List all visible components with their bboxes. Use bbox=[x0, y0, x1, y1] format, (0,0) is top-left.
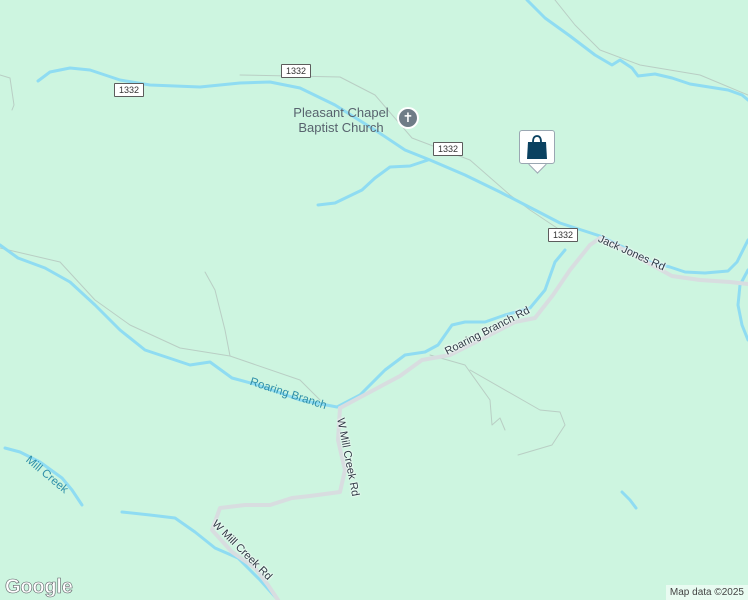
map-canvas[interactable]: 1332 1332 1332 1332 Pleasant Chapel Bapt… bbox=[0, 0, 748, 600]
stream bbox=[736, 268, 748, 342]
map-layer bbox=[0, 0, 748, 600]
route-shield: 1332 bbox=[433, 142, 463, 156]
track bbox=[429, 354, 506, 431]
poi-name-line2: Baptist Church bbox=[298, 120, 384, 135]
shopping-bag-icon bbox=[527, 135, 547, 159]
shopping-marker[interactable] bbox=[519, 130, 555, 164]
route-shield: 1332 bbox=[114, 83, 144, 97]
stream bbox=[525, 0, 748, 102]
church-icon[interactable]: ✝ bbox=[397, 107, 419, 129]
stream bbox=[316, 158, 430, 207]
track bbox=[0, 74, 15, 111]
map-attribution[interactable]: Map data ©2025 bbox=[665, 585, 748, 600]
poi-name-line1: Pleasant Chapel bbox=[293, 105, 389, 120]
stream bbox=[620, 490, 638, 510]
track bbox=[469, 369, 566, 456]
track bbox=[239, 74, 561, 231]
track bbox=[204, 271, 231, 357]
route-shield: 1332 bbox=[548, 228, 578, 242]
road-w-mill-creek-rd bbox=[210, 406, 347, 600]
poi-label[interactable]: Pleasant Chapel Baptist Church bbox=[286, 105, 396, 135]
stream bbox=[36, 66, 748, 275]
route-shield: 1332 bbox=[281, 64, 311, 78]
stream bbox=[0, 243, 567, 409]
google-logo[interactable]: Google bbox=[5, 576, 73, 599]
